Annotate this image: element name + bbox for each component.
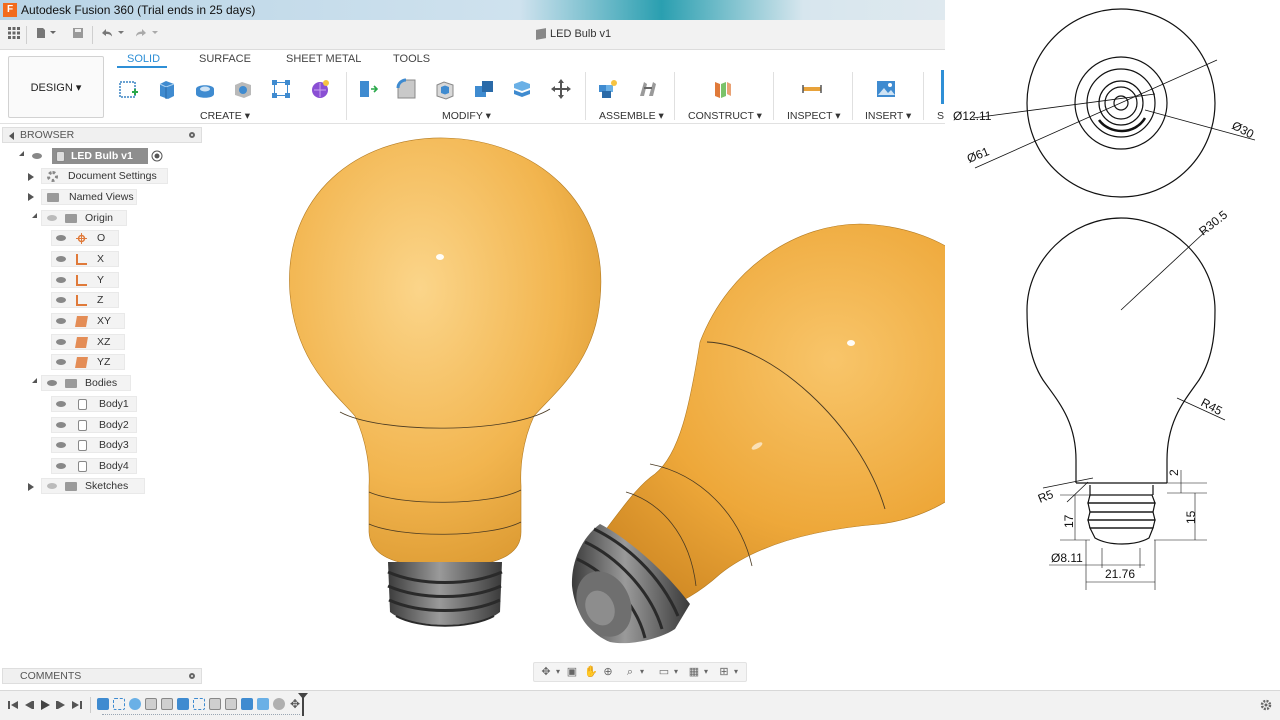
insert-image-icon[interactable] — [875, 78, 897, 98]
dim-diameter-30: Ø30 — [1230, 118, 1257, 141]
tab-tools[interactable]: TOOLS — [393, 53, 430, 65]
step-back-icon[interactable] — [24, 700, 34, 710]
dim-radius-30-5: R30.5 — [1196, 207, 1230, 238]
offset-plane-icon[interactable] — [711, 78, 733, 98]
revolve-icon[interactable] — [194, 78, 216, 98]
timeline-feature-coil[interactable] — [257, 698, 269, 710]
fit-icon[interactable]: ⌕ — [624, 666, 636, 678]
timeline-feature-sketch[interactable] — [113, 698, 125, 710]
measure-icon[interactable] — [801, 78, 823, 98]
dim-height-17: 17 — [1062, 514, 1076, 528]
dim-radius-45: R45 — [1199, 395, 1225, 418]
redo-icon[interactable] — [134, 27, 160, 43]
pan-icon[interactable]: ✋ — [584, 666, 598, 678]
dim-diameter-12: Ø12.11 — [953, 109, 992, 123]
title-bar: F Autodesk Fusion 360 (Trial ends in 25 … — [0, 0, 945, 20]
grid-settings-icon[interactable]: ▦ — [688, 666, 700, 678]
dropdown-arrow-icon[interactable]: ▾ — [670, 666, 682, 678]
dim-diameter-8-11: Ø8.11 — [1051, 551, 1083, 565]
dim-height-2: 2 — [1167, 469, 1181, 476]
play-icon[interactable] — [40, 700, 50, 710]
drawing-top-view — [972, 8, 1256, 198]
timeline-feature-sketch[interactable] — [193, 698, 205, 710]
insert-group-label[interactable]: INSERT ▾ — [865, 110, 911, 122]
shell-icon[interactable] — [434, 78, 456, 100]
technical-drawing: Ø12.11 Ø61 Ø30 R30.5 R45 R5 2 17 15 Ø8.1… — [945, 0, 1280, 620]
joint-icon[interactable] — [637, 78, 659, 98]
tab-solid[interactable]: SOLID — [127, 53, 160, 65]
workspace-switcher-button[interactable]: DESIGN ▾ — [8, 56, 104, 118]
press-pull-icon[interactable] — [356, 78, 379, 98]
create-sketch-icon[interactable] — [118, 78, 140, 98]
timeline-feature-fillet[interactable] — [161, 698, 173, 710]
dim-height-15: 15 — [1184, 510, 1198, 524]
select-group-label[interactable]: S — [937, 110, 944, 122]
inspect-group-label[interactable]: INSPECT ▾ — [787, 110, 841, 122]
viewports-icon[interactable]: ⊞ — [718, 666, 730, 678]
new-component-icon[interactable] — [597, 78, 619, 98]
bulb-model-upright[interactable] — [289, 137, 602, 627]
3d-viewport[interactable] — [0, 124, 945, 684]
look-at-icon[interactable]: ▣ — [566, 666, 578, 678]
move-copy-icon[interactable] — [550, 78, 572, 99]
document-tab[interactable]: LED Bulb v1 — [536, 28, 611, 40]
timeline-feature-move[interactable]: ✥ — [289, 698, 301, 710]
save-icon[interactable] — [72, 27, 84, 43]
dropdown-arrow-icon[interactable]: ▾ — [730, 666, 742, 678]
go-to-start-icon[interactable] — [8, 700, 18, 710]
dropdown-arrow-icon[interactable]: ▾ — [700, 666, 712, 678]
ribbon-toolbar: DESIGN ▾ SOLID SURFACE SHEET METAL TOOLS… — [0, 50, 945, 124]
fusion-logo-icon: F — [3, 3, 17, 17]
dim-width-21-76: 21.76 — [1105, 567, 1135, 581]
drawing-side-view — [1026, 217, 1226, 590]
dim-radius-5: R5 — [1036, 487, 1056, 506]
extrude-icon[interactable] — [156, 78, 178, 99]
hole-icon[interactable] — [232, 78, 254, 98]
timeline-marker-handle-icon[interactable] — [298, 693, 308, 699]
timeline-feature-fillet[interactable] — [145, 698, 157, 710]
app-grid-icon[interactable] — [8, 27, 20, 43]
timeline-settings-gear-icon[interactable] — [1260, 699, 1272, 711]
select-tool-icon[interactable] — [941, 70, 944, 104]
split-body-icon[interactable] — [511, 78, 533, 98]
file-menu-icon[interactable] — [36, 27, 58, 43]
construct-group-label[interactable]: CONSTRUCT ▾ — [688, 110, 762, 122]
window-title: Autodesk Fusion 360 (Trial ends in 25 da… — [21, 3, 256, 17]
timeline-bar: ✥ — [0, 690, 1280, 720]
create-group-label[interactable]: CREATE ▾ — [200, 110, 250, 122]
drawing-canvas: Ø12.11 Ø61 Ø30 R30.5 R45 R5 2 17 15 Ø8.1… — [953, 8, 1257, 590]
document-title: LED Bulb v1 — [550, 28, 612, 40]
component-icon — [536, 28, 546, 40]
fillet-icon[interactable] — [395, 78, 417, 99]
assemble-group-label[interactable]: ASSEMBLE ▾ — [599, 110, 664, 122]
modify-group-label[interactable]: MODIFY ▾ — [442, 110, 491, 122]
create-form-icon[interactable] — [309, 78, 331, 98]
timeline-feature-joint[interactable] — [273, 698, 285, 710]
tab-sheet-metal[interactable]: SHEET METAL — [286, 53, 361, 65]
combine-icon[interactable] — [473, 78, 495, 98]
undo-icon[interactable] — [100, 27, 126, 43]
timeline-feature-fillet[interactable] — [209, 698, 221, 710]
pattern-icon[interactable] — [270, 78, 292, 98]
bulb-model-lying[interactable] — [566, 223, 945, 646]
zoom-icon[interactable]: ⊕ — [602, 666, 614, 678]
dropdown-arrow-icon[interactable]: ▾ — [552, 666, 564, 678]
timeline-feature-combine[interactable] — [177, 698, 189, 710]
quick-access-bar: LED Bulb v1 — [0, 20, 945, 50]
timeline-feature-revolve[interactable] — [129, 698, 141, 710]
timeline-feature-fillet[interactable] — [225, 698, 237, 710]
step-forward-icon[interactable] — [56, 700, 66, 710]
tab-surface[interactable]: SURFACE — [199, 53, 251, 65]
go-to-end-icon[interactable] — [72, 700, 82, 710]
fusion360-window: F Autodesk Fusion 360 (Trial ends in 25 … — [0, 0, 1280, 720]
navigation-bar: ✥ ▾ ▣ ✋ ⊕ ⌕ ▾ ▭ ▾ ▦ ▾ ⊞ ▾ — [533, 662, 747, 682]
orbit-icon[interactable]: ✥ — [540, 666, 552, 678]
timeline-feature-extrude[interactable] — [97, 698, 109, 710]
active-tab-indicator — [117, 66, 167, 68]
dropdown-arrow-icon[interactable]: ▾ — [636, 666, 648, 678]
display-settings-icon[interactable]: ▭ — [658, 666, 670, 678]
timeline-feature-split[interactable] — [241, 698, 253, 710]
